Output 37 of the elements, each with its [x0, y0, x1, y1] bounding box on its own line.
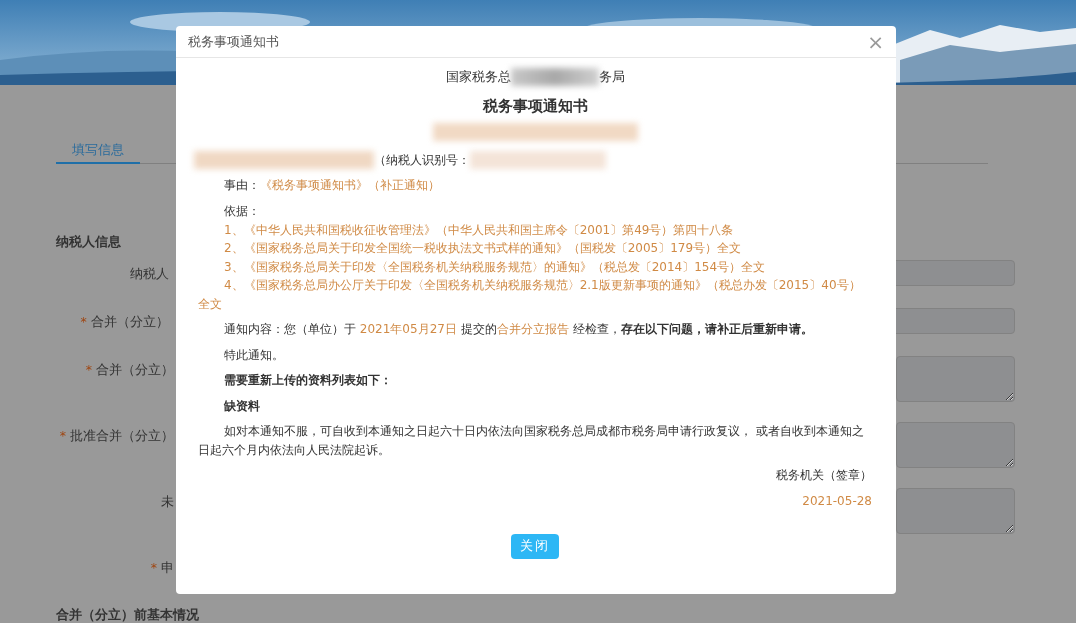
required-mark: * — [80, 313, 87, 329]
office-name: 国家税务总 — [445, 68, 511, 86]
field-label: 未 — [161, 493, 174, 509]
section-title: 纳税人信息 — [56, 234, 121, 249]
required-mark: * — [85, 361, 92, 377]
notice-text: 通知内容：您（单位）于 2021年05月27日 提交的合并分立报告 经检查，存在以下问题，请补正后重新申请。 — [223, 321, 814, 338]
field-label: 批准合并（分立） — [70, 427, 174, 443]
field-label: 合并（分立） — [90, 313, 169, 329]
required-mark: * — [59, 427, 66, 443]
basis-item: 1、《中华人民共和国税收征收管理法》（中华人民共和国主席令〔2001〕第49号）第四十八条 — [223, 221, 735, 239]
basis-item: 4、《国家税务总局办公厅关于印发〈全国税务机关纳税服务规范〉2.1版更新事项的通知》（税总办发〔2015〕40号）全文 — [198, 277, 862, 313]
signature-text: 税务机关（签章） — [776, 468, 872, 482]
basis-label: 依据： — [224, 204, 260, 218]
text-area[interactable] — [896, 487, 1015, 534]
office-name: 务局 — [598, 68, 625, 86]
appeal-text: 如对本通知不服，可自收到本通知之日起六十日内依法向国家税务总局成都市税务局申请行政复议， 或者自收到本通知之日起六个月内依法向人民法院起诉。 — [198, 423, 865, 459]
field-label: 合并（分立） — [96, 361, 174, 377]
required-mark: * — [150, 559, 157, 575]
reason-label: 事由： — [224, 177, 260, 192]
field-label: 申 — [161, 559, 174, 575]
reason-link[interactable]: 《税务事项通知书》（补正通知） — [260, 177, 440, 192]
section-title: 合并（分立）前基本情况 — [56, 607, 199, 623]
basis-item: 3、《国家税务总局关于印发〈全国税务机关纳税服务规范〉的通知》（税总发〔2014〕154号）全文 — [223, 258, 767, 276]
list-title: 需要重新上传的资料列表如下： — [223, 372, 393, 389]
text-area[interactable] — [896, 421, 1015, 468]
dialog-title: 税务事项通知书 — [188, 32, 279, 51]
missing-item: 缺资料 — [223, 397, 261, 415]
close-button[interactable]: × — [867, 31, 884, 52]
taxpayer-id-label: （纳税人识别号： — [374, 152, 470, 169]
closing-text: 特此通知。 — [223, 346, 285, 364]
close-button[interactable]: 关闭 — [511, 534, 559, 559]
date-text: 2021-05-28 — [802, 493, 872, 508]
notice-heading: 税务事项通知书 — [482, 96, 588, 115]
basis-item: 2、《国家税务总局关于印发全国统一税收执法文书式样的通知》（国税发〔2005〕179号）全文 — [223, 240, 743, 257]
field-label: 纳税人 — [129, 265, 169, 281]
text-area[interactable] — [896, 355, 1015, 402]
tab[interactable]: 填写信息 — [56, 137, 140, 164]
